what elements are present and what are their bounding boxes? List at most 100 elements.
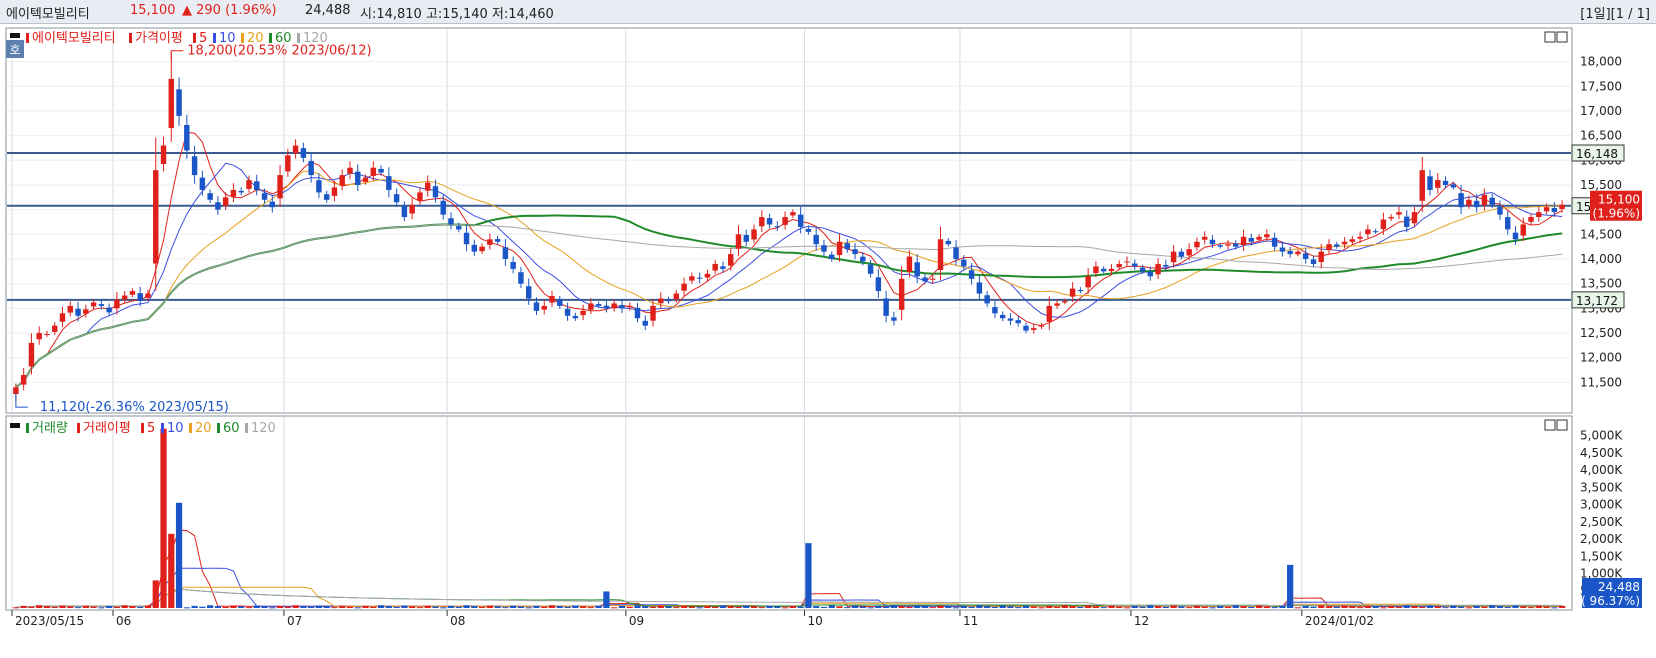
candle-body (681, 283, 687, 291)
candle-body (1256, 236, 1262, 240)
volume-legend-entry[interactable]: 5 (147, 421, 155, 436)
volume-bar (883, 606, 890, 608)
volume-bar (890, 605, 898, 608)
stock-chart[interactable]: 11,50012,00012,50013,00013,50014,00014,5… (0, 24, 1656, 658)
x-tick-label: 09 (629, 614, 644, 628)
candle-body (1411, 212, 1418, 224)
candle-body (1442, 180, 1449, 185)
volume-bar (789, 605, 796, 608)
candle-body (689, 276, 695, 281)
volume-bar (688, 606, 695, 608)
volume-bar (214, 606, 222, 608)
candle-body (642, 320, 648, 326)
volume-legend-entry[interactable]: 120 (251, 421, 276, 436)
volume-legend-entry[interactable]: 거래이평 (83, 421, 131, 436)
current-volume-badge-ratio: ( 96.37%) (1581, 594, 1640, 608)
volume-legend-swatch (141, 423, 144, 433)
volume-maximize-icon[interactable] (1544, 419, 1556, 431)
trade-volume: 24,488 (305, 3, 351, 18)
volume-bar (152, 580, 159, 608)
volume-bar (921, 606, 929, 608)
volume-bar (1030, 606, 1037, 608)
candle-body (417, 192, 423, 201)
period-selector[interactable]: [1일][1 / 1] (1580, 3, 1650, 22)
candle-body (1559, 204, 1565, 210)
volume-bar (999, 605, 1006, 608)
volume-legend-entry[interactable]: 거래량 (32, 421, 68, 436)
candle-body (191, 156, 198, 176)
candle-body (984, 295, 990, 304)
volume-bar (1294, 607, 1302, 609)
candle-body (1054, 303, 1060, 306)
volume-bar (914, 605, 921, 608)
volume-bar (1287, 564, 1294, 608)
candle-body (634, 307, 641, 319)
volume-bar (1015, 607, 1022, 609)
candle-body (1505, 217, 1511, 230)
volume-bar (129, 606, 136, 608)
volume-bar (331, 607, 338, 609)
volume-bar (1022, 605, 1030, 608)
volume-legend-collapse-icon[interactable] (10, 423, 20, 428)
volume-legend-entry[interactable]: 20 (195, 421, 212, 436)
candle-body (1310, 259, 1317, 264)
candle-body (168, 78, 175, 129)
volume-bar (1356, 607, 1364, 609)
volume-bar (393, 606, 400, 608)
stock-name[interactable]: 에이텍모빌리티 (6, 3, 90, 22)
volume-bar (1255, 605, 1263, 608)
candle-body (1302, 253, 1309, 260)
close-icon[interactable] (1556, 31, 1568, 43)
volume-bar (719, 605, 727, 608)
volume-bar (416, 607, 424, 609)
volume-legend-swatch (245, 423, 248, 433)
candle-body (1085, 276, 1091, 288)
candle-body (494, 239, 501, 242)
volume-bar (362, 605, 369, 608)
volume-bar (36, 605, 43, 608)
price-legend-collapse-icon[interactable] (10, 33, 20, 38)
candle-body (75, 308, 81, 316)
volume-legend-entry[interactable]: 10 (167, 421, 184, 436)
volume-bar (960, 605, 967, 608)
volume-bar (377, 605, 385, 608)
volume-bar (1279, 605, 1286, 608)
volume-bar (1388, 605, 1395, 608)
candle-body (968, 270, 975, 279)
stock-header: 에이텍모빌리티 15,100 ▲ 290 (1.96%) 24,488 시:14… (0, 0, 1656, 24)
volume-legend-entry[interactable]: 60 (223, 421, 240, 436)
candle-body (930, 278, 936, 280)
volume-bar (1092, 606, 1100, 608)
candle-body (782, 217, 788, 225)
candle-body (992, 307, 998, 314)
volume-bar (401, 605, 408, 608)
candle-body (1388, 217, 1394, 219)
x-tick-label: 07 (287, 614, 302, 628)
volume-close-icon[interactable] (1556, 419, 1568, 431)
candle-body (1279, 247, 1286, 252)
price-legend-entry[interactable]: 가격이평 (135, 31, 183, 46)
volume-bar (440, 607, 447, 609)
volume-bar (1061, 605, 1068, 608)
maximize-icon[interactable] (1544, 31, 1556, 43)
candle-body (215, 202, 221, 210)
volume-bar (611, 607, 618, 609)
x-tick-label: 08 (450, 614, 465, 628)
candle-body (1271, 237, 1278, 247)
volume-bar (774, 606, 781, 608)
hoga-label: 호 (9, 43, 20, 57)
volume-bar (292, 605, 299, 608)
volume-bar (1302, 605, 1309, 608)
volume-bar (1240, 606, 1247, 608)
volume-bar (898, 606, 905, 608)
candle-body (518, 272, 524, 284)
candle-body (1396, 212, 1402, 215)
volume-bar (828, 605, 835, 608)
candle-body (323, 194, 330, 200)
price-legend-entry[interactable]: 에이텍모빌리티 (32, 31, 116, 46)
candle-body (1295, 251, 1301, 255)
volume-bar (1038, 607, 1045, 609)
price-tick-label: 11,500 (1580, 375, 1622, 389)
candle-body (339, 175, 345, 186)
candle-body (1403, 216, 1410, 227)
